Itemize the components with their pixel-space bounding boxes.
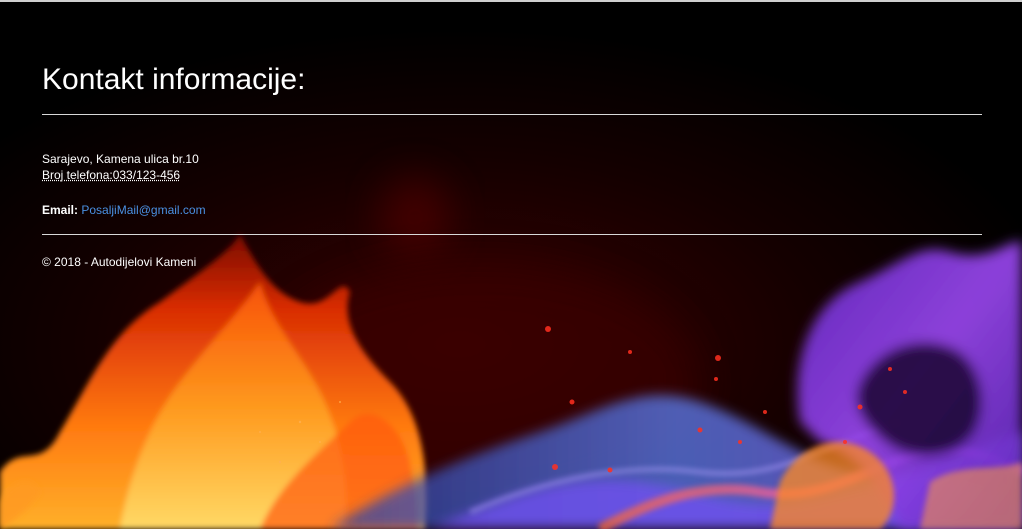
email-link[interactable]: PosaljiMail@gmail.com bbox=[81, 203, 205, 217]
phone-number: Broj telefona:033/123-456 bbox=[42, 168, 181, 182]
email-line: Email: PosaljiMail@gmail.com bbox=[42, 202, 206, 218]
footer-copyright: © 2018 - Autodijelovi Kameni bbox=[42, 255, 197, 269]
email-label: Email: bbox=[42, 203, 79, 217]
address-text: Sarajevo, Kamena ulica br.10 bbox=[42, 152, 199, 166]
page-title: Kontakt informacije: bbox=[42, 63, 306, 96]
divider bbox=[42, 114, 982, 115]
footer-divider bbox=[42, 234, 982, 235]
address-block: Sarajevo, Kamena ulica br.10 Broj telefo… bbox=[42, 151, 199, 183]
